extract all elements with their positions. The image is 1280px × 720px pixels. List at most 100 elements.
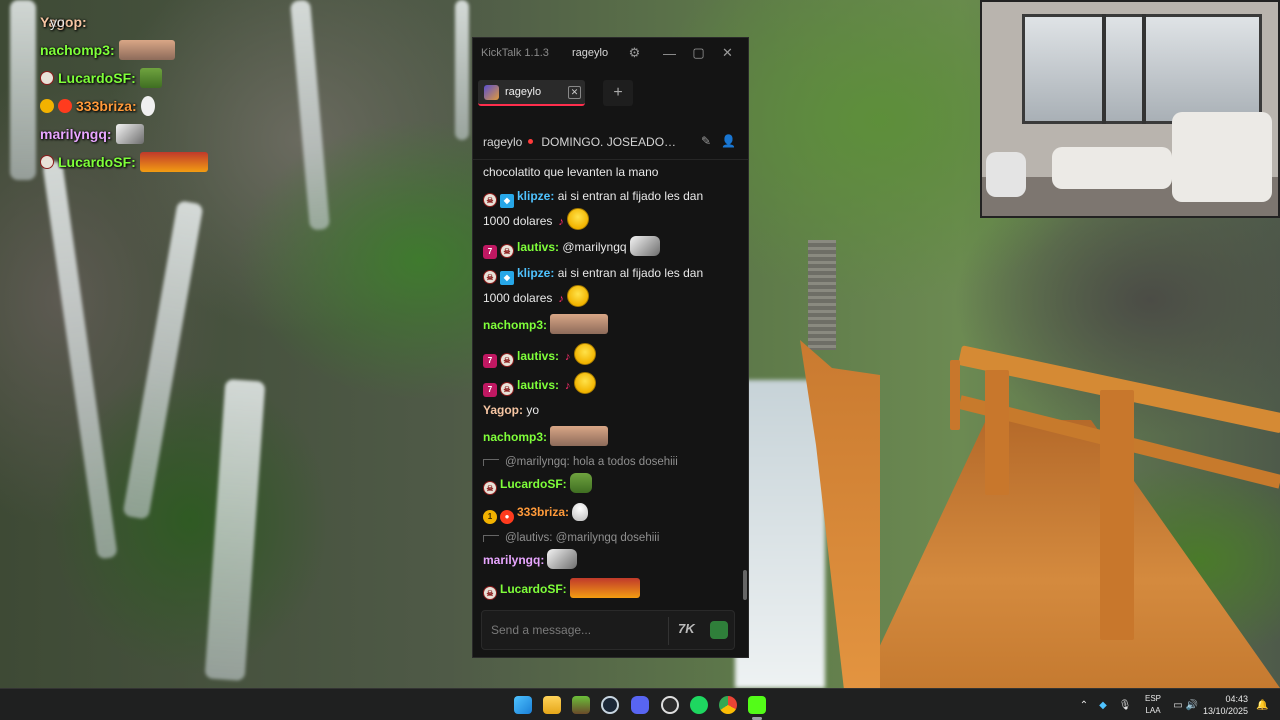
kick-square-badge-icon: 7 xyxy=(483,383,497,397)
cat-emote-icon xyxy=(547,549,578,569)
rail-post xyxy=(985,370,1009,495)
taskbar: ⌃ ◆ 🎙 ESP LAA ▭ 🔊 04:43 13/10/2025 🔔 xyxy=(0,688,1280,720)
window-frame xyxy=(1102,14,1106,124)
username[interactable]: Yagop: xyxy=(483,403,523,417)
network-icon[interactable]: ▭ xyxy=(1171,700,1185,711)
microphone-icon[interactable]: 🎙 xyxy=(1114,700,1136,711)
skull-badge-icon: ☠ xyxy=(483,481,497,495)
chat-messages[interactable]: chocolatito que levanten la mano ☠ ◆ klipz… xyxy=(473,160,741,604)
file-explorer-icon[interactable] xyxy=(543,696,561,714)
language-indicator[interactable]: ESP LAA xyxy=(1138,693,1168,717)
overlay-line: LucardoSF: xyxy=(40,64,280,92)
discord-icon[interactable] xyxy=(631,696,649,714)
maximize-icon[interactable]: ▢ xyxy=(684,45,713,61)
cat-emote-icon xyxy=(629,236,660,256)
smile-emote-icon xyxy=(573,372,596,394)
tab-rageylo[interactable]: rageylo ✕ xyxy=(478,80,585,106)
composer-divider xyxy=(668,617,669,645)
username[interactable]: marilyngq: xyxy=(483,553,544,567)
waterfall-decoration xyxy=(42,160,118,560)
security-icon[interactable]: ◆ xyxy=(1092,700,1114,711)
skull-badge-icon: ☠ xyxy=(500,353,514,367)
clock-time: 04:43 xyxy=(1225,694,1248,704)
app-title: KickTalk 1.1.3 xyxy=(481,47,549,59)
user-icon[interactable]: 👤 xyxy=(721,134,736,148)
sofa xyxy=(1052,147,1172,189)
username[interactable]: klipze: xyxy=(517,189,554,203)
smile-emote-icon xyxy=(566,285,589,307)
chair xyxy=(986,152,1026,197)
reply-target: @marilyngq: xyxy=(505,456,570,468)
obs-icon[interactable] xyxy=(661,696,679,714)
overlay-line: Yagop: yo xyxy=(40,8,280,36)
reply-preview[interactable]: @marilyngq: hola a todos dosehiii xyxy=(483,454,678,470)
music-note-icon: ♪ xyxy=(565,380,571,392)
chrome-icon[interactable] xyxy=(719,696,737,714)
title-bar[interactable]: KickTalk 1.1.3 rageylo ⚙ — ▢ ✕ xyxy=(473,38,748,68)
duck-emote-icon xyxy=(572,503,589,521)
fire-emote-icon xyxy=(569,578,640,598)
clock[interactable]: 04:43 13/10/2025 xyxy=(1198,693,1248,717)
minecraft-icon[interactable] xyxy=(572,696,590,714)
skull-badge-icon xyxy=(40,71,54,85)
username[interactable]: nachomp3: xyxy=(483,430,547,444)
kick-icon[interactable] xyxy=(748,696,766,714)
smile-emote-icon xyxy=(573,343,596,365)
overlay-username: nachomp3: xyxy=(40,42,115,58)
cube-badge-icon: ◆ xyxy=(500,271,514,285)
username[interactable]: lautivs: xyxy=(517,378,559,392)
stream-title: DOMINGO. JOSEADOR... xyxy=(541,134,682,149)
windows-start-icon[interactable] xyxy=(514,696,532,714)
channel-name[interactable]: rageylo xyxy=(473,135,522,149)
username[interactable]: LucardoSF: xyxy=(500,582,567,596)
music-note-icon: ♪ xyxy=(565,351,571,363)
chat-message: ☠ LucardoSF: xyxy=(483,578,733,600)
language-code: ESP xyxy=(1144,694,1161,703)
live-indicator-icon xyxy=(528,139,534,144)
close-icon[interactable]: ✕ xyxy=(713,45,742,61)
chat-message: ☠ ◆ klipze: ai si entran al fijado les dan… xyxy=(483,186,733,232)
waterfall-decoration xyxy=(455,0,469,140)
volume-icon[interactable]: 🔊 xyxy=(1185,700,1199,711)
reply-hook-icon xyxy=(483,535,499,542)
overlay-line: 333briza: xyxy=(40,92,280,120)
clock-date: 13/10/2025 xyxy=(1202,706,1248,716)
username[interactable]: lautivs: xyxy=(517,240,559,254)
minimize-icon[interactable]: — xyxy=(655,46,684,61)
username[interactable]: lautivs: xyxy=(517,349,559,363)
kicktalk-emote-icon[interactable]: 7K xyxy=(678,621,698,639)
tabs-bar: rageylo ✕ + xyxy=(473,68,748,124)
kick-square-badge-icon: 7 xyxy=(483,354,497,368)
username[interactable]: klipze: xyxy=(517,266,554,280)
message-input[interactable] xyxy=(482,611,662,649)
pepe-emote-icon xyxy=(569,473,592,493)
gear-icon[interactable]: ⚙ xyxy=(620,45,649,61)
notification-bell-icon[interactable]: 🔔 xyxy=(1256,689,1270,720)
steam-icon[interactable] xyxy=(601,696,619,714)
reply-target: @lautivs: xyxy=(505,532,553,544)
emote-picker-icon[interactable] xyxy=(710,621,728,639)
cube-badge-icon: ◆ xyxy=(500,194,514,208)
reply-preview[interactable]: @lautivs: @marilyngq dosehiii xyxy=(483,530,659,546)
pin-icon[interactable]: ✎ xyxy=(701,134,711,148)
username[interactable]: nachomp3: xyxy=(483,318,547,332)
tray-chevron-icon[interactable]: ⌃ xyxy=(1076,700,1092,711)
message-composer: 7K xyxy=(481,610,735,650)
spotify-icon[interactable] xyxy=(690,696,708,714)
tab-close-icon[interactable]: ✕ xyxy=(568,86,581,99)
username[interactable]: LucardoSF: xyxy=(500,477,567,491)
fire-emote-icon xyxy=(139,152,208,172)
message-text: @marilyngq xyxy=(562,240,627,254)
kick-square-badge-icon: 7 xyxy=(483,245,497,259)
overlay-username: LucardoSF: xyxy=(58,70,136,86)
window-frame xyxy=(1142,14,1146,124)
chat-scrollbar[interactable] xyxy=(743,570,747,600)
channel-header: rageylo DOMINGO. JOSEADOR... ✎ 👤 xyxy=(473,124,748,160)
skull-badge-icon xyxy=(40,155,54,169)
chat-message: 7 ☠ lautivs: ♪ xyxy=(483,372,733,397)
reply-hook-icon xyxy=(483,459,499,466)
skull-badge-icon: ☠ xyxy=(500,244,514,258)
overlay-username: marilyngq: xyxy=(40,126,112,142)
username[interactable]: 333briza: xyxy=(517,505,569,519)
add-tab-button[interactable]: + xyxy=(603,80,633,106)
